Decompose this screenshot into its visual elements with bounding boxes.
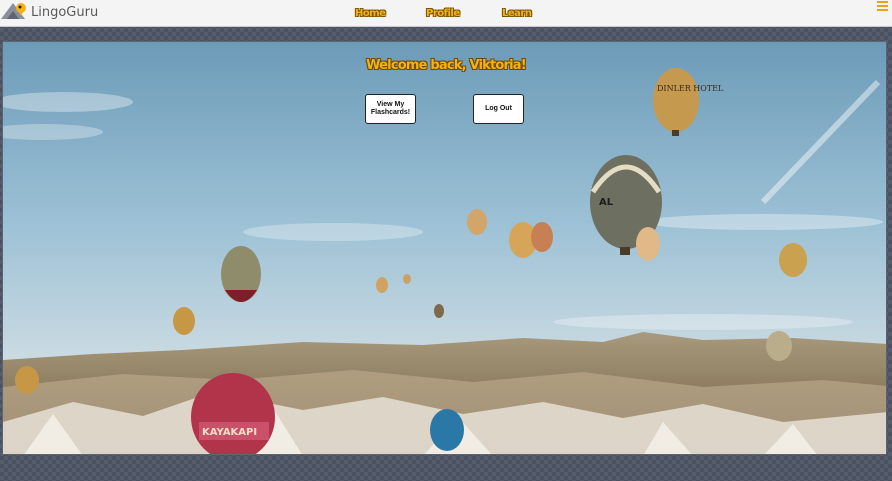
nav-link-profile[interactable]: Profile — [426, 8, 460, 19]
svg-text:DINLER HOTEL: DINLER HOTEL — [657, 84, 724, 93]
nav-link-learn[interactable]: Learn — [502, 8, 532, 19]
hero-image: AL DINLER HOTEL KAYAKAPI — [2, 41, 887, 455]
app-logo[interactable]: LingoGuru — [1, 1, 99, 25]
svg-text:KAYAKAPI: KAYAKAPI — [202, 427, 257, 438]
nav-link-home[interactable]: Home — [355, 8, 386, 19]
svg-text:AL: AL — [599, 197, 614, 208]
lingoguru-logo-icon — [1, 3, 26, 19]
hamburger-menu-icon[interactable] — [877, 1, 888, 12]
navbar: LingoGuru Home Profile Learn — [0, 0, 892, 27]
app-name: LingoGuru — [31, 5, 99, 20]
hot-air-balloons-landscape: AL DINLER HOTEL KAYAKAPI — [3, 42, 886, 454]
log-out-button[interactable]: Log Out — [473, 94, 524, 124]
welcome-message: Welcome back, Viktoria! — [366, 58, 527, 73]
view-flashcards-button[interactable]: View My Flashcards! — [365, 94, 416, 124]
